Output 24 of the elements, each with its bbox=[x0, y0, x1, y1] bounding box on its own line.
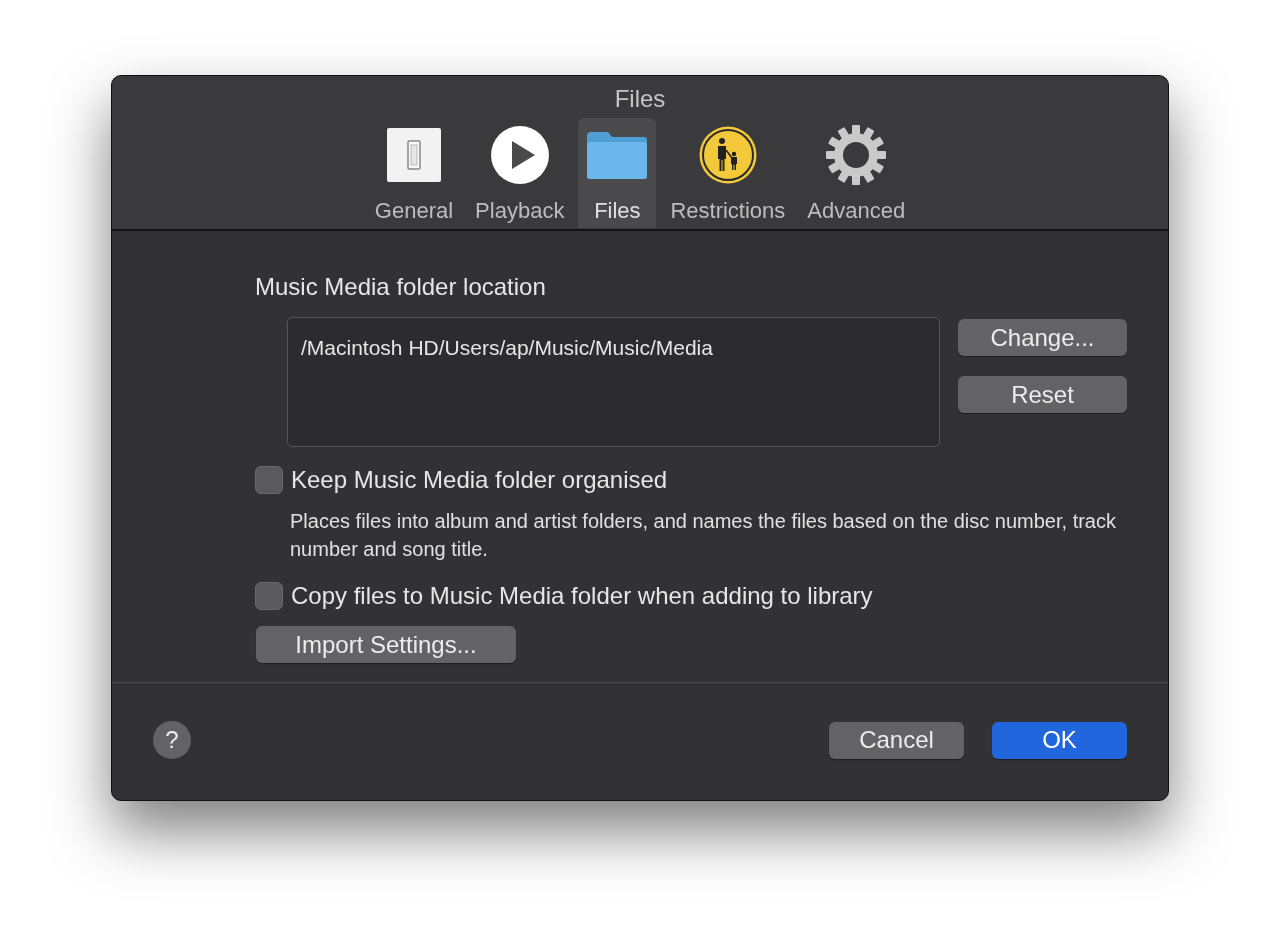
toolbar-tab[interactable]: Restrictions bbox=[662, 118, 794, 228]
checkbox-label: Copy files to Music Media folder when adding to library bbox=[291, 581, 873, 611]
toolbar-tab[interactable]: Advanced bbox=[799, 118, 914, 228]
window-title: Files bbox=[614, 85, 666, 113]
ok-button[interactable]: OK bbox=[992, 721, 1127, 759]
toolbar-tab[interactable]: General bbox=[366, 118, 462, 228]
toolbar-tab[interactable]: Playback bbox=[467, 118, 573, 228]
reset-button[interactable]: Reset bbox=[958, 376, 1127, 413]
checkbox[interactable] bbox=[255, 466, 283, 494]
section-label: Music Media folder location bbox=[255, 273, 547, 301]
checkbox[interactable] bbox=[255, 582, 283, 610]
option-description: Places files into album and artist folders, and names the files based on the disc number, track number and song title. bbox=[290, 509, 1117, 562]
folder-icon bbox=[586, 130, 649, 180]
play-icon bbox=[490, 126, 549, 184]
light-switch-icon bbox=[385, 127, 442, 183]
import-settings-button[interactable]: Import Settings... bbox=[256, 626, 516, 663]
folder-path-field: /Macintosh HD/Users/ap/Music/Music/Media bbox=[287, 317, 940, 447]
gear-icon bbox=[825, 124, 888, 186]
parent-and-child-icon bbox=[698, 126, 757, 184]
checkbox-label: Keep Music Media folder organised bbox=[291, 465, 668, 495]
cancel-button[interactable]: Cancel bbox=[829, 721, 964, 759]
change-button[interactable]: Change... bbox=[958, 319, 1127, 356]
toolbar-tab[interactable]: Files bbox=[578, 118, 657, 228]
help-button[interactable]: ? bbox=[153, 721, 191, 759]
